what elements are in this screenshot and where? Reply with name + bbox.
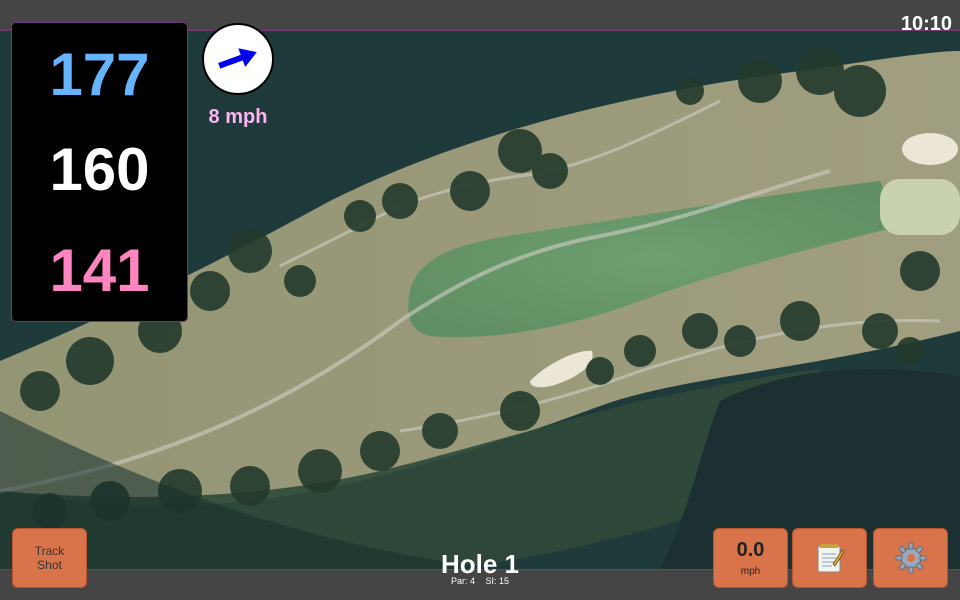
speed-unit: mph (740, 565, 761, 577)
wind-direction-arrow-icon (218, 48, 257, 69)
gear-icon (895, 542, 926, 574)
notes-button[interactable] (792, 528, 867, 588)
speed-button[interactable]: 0.0 mph (713, 528, 788, 588)
back-distance: 177 (49, 41, 150, 108)
hole-meta: Par: 4 SI: 15 (380, 577, 580, 586)
hole-stroke-index: SI: 15 (485, 576, 510, 586)
track-shot-label: Track Shot (34, 544, 65, 572)
notepad-icon (817, 544, 844, 573)
hole-par: Par: 4 (450, 576, 475, 586)
hole-title: Hole 1 (440, 549, 520, 579)
wind-indicator (202, 23, 274, 95)
center-distance: 160 (49, 136, 150, 203)
speed-value: 0.0 (736, 538, 765, 561)
front-distance: 141 (49, 237, 150, 304)
clock: 10:10 (900, 13, 952, 35)
wind-speed: 8 mph (208, 106, 268, 128)
track-shot-button[interactable]: Track Shot (12, 528, 87, 588)
distance-panel: 177 160 141 (11, 22, 188, 322)
settings-button[interactable] (873, 528, 948, 588)
